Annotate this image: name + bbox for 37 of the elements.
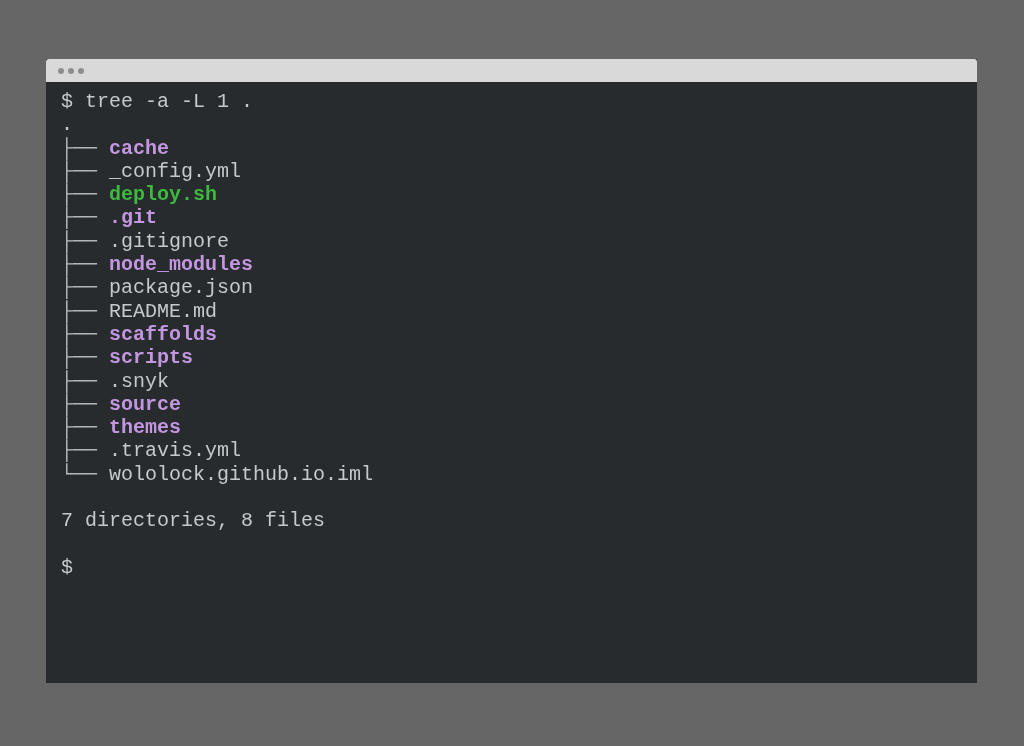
command-line: $ tree -a -L 1 . xyxy=(61,90,254,113)
tree-branch: └── xyxy=(61,462,97,486)
file-name: .travis.yml xyxy=(109,439,242,463)
tree-branch: ├── xyxy=(61,276,97,300)
tree-branch: ├── xyxy=(61,159,97,183)
file-name: README.md xyxy=(109,299,218,323)
tree-branch: ├── xyxy=(61,136,97,160)
tree-branch: ├── xyxy=(61,416,97,440)
file-name: scaffolds xyxy=(109,322,218,346)
tree-branch: ├── xyxy=(61,183,97,207)
tree-branch: ├── xyxy=(61,299,97,323)
file-name: package.json xyxy=(109,276,254,300)
dot-icon xyxy=(68,67,74,74)
file-name: cache xyxy=(109,136,170,160)
tree-branch: ├── xyxy=(61,229,97,253)
file-name: themes xyxy=(109,416,182,440)
file-name: node_modules xyxy=(109,253,254,277)
tree-branch: ├── xyxy=(61,369,97,393)
tree-branch: ├── xyxy=(61,253,97,277)
summary-text: 7 directories, 8 files xyxy=(61,509,326,533)
file-name: .gitignore xyxy=(109,229,230,253)
tree-branch: ├── xyxy=(61,206,97,230)
tree-branch: ├── xyxy=(61,439,97,463)
file-name: .snyk xyxy=(109,369,170,393)
tree-branch: ├── xyxy=(61,346,97,370)
file-name: scripts xyxy=(109,346,194,370)
file-name: source xyxy=(109,392,182,416)
dot-icon xyxy=(58,67,64,74)
file-name: _config.yml xyxy=(109,159,242,183)
shell-prompt: $ xyxy=(61,555,73,579)
tree-root: . xyxy=(61,113,73,137)
file-name: deploy.sh xyxy=(109,183,218,207)
tree-branch: ├── xyxy=(61,392,97,416)
file-name: wololock.github.io.iml xyxy=(109,462,374,486)
file-name: .git xyxy=(109,206,158,230)
tree-branch: ├── xyxy=(61,322,97,346)
dot-icon xyxy=(78,67,84,74)
